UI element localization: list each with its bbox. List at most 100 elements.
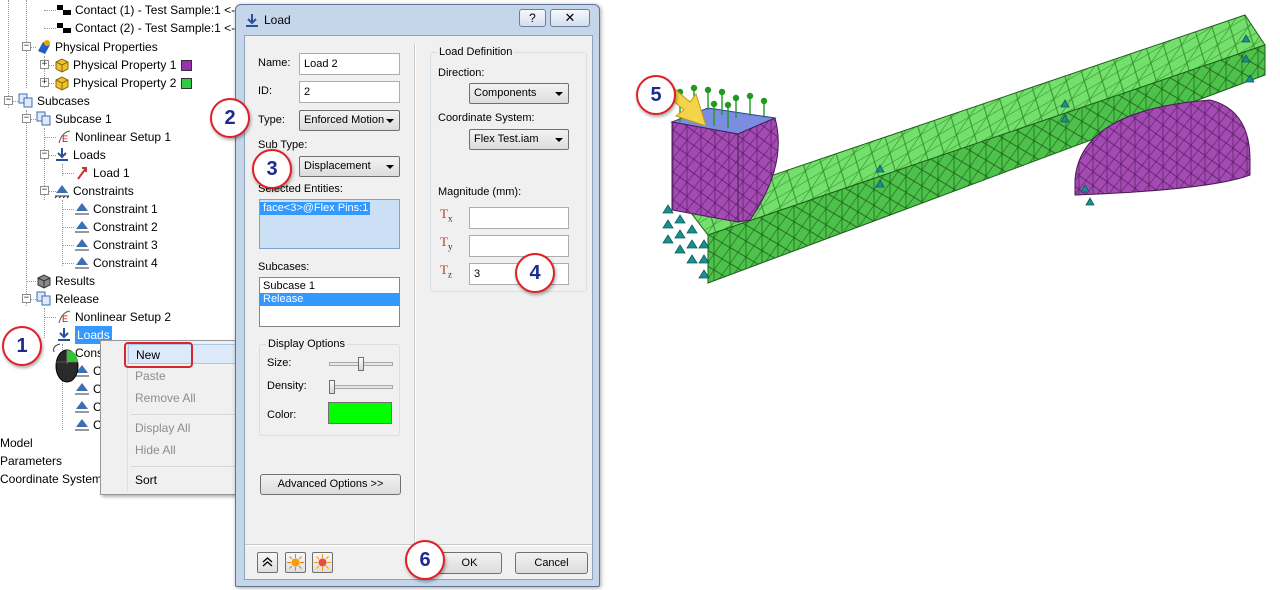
dialog-titlebar[interactable]: Load ? ✕ (236, 5, 599, 35)
help-button[interactable]: ? (519, 9, 546, 27)
tree-item-physical-properties[interactable]: Physical Properties (36, 38, 158, 56)
nonlinear-setup-icon: E (56, 309, 72, 325)
type-dropdown[interactable]: Enforced Motion (299, 110, 400, 131)
tx-field[interactable] (469, 207, 569, 229)
tree-item-model[interactable]: Model (0, 434, 33, 452)
tree-item-constraint-3[interactable]: Constraint 3 (74, 236, 158, 254)
callout-3: 3 (252, 149, 292, 189)
direction-dropdown[interactable]: Components (469, 83, 569, 104)
subcases-list[interactable]: Subcase 1 Release (259, 277, 400, 327)
results-icon (36, 273, 52, 289)
cancel-button[interactable]: Cancel (515, 552, 588, 574)
tree-item-release[interactable]: Release (36, 290, 99, 308)
tree-item-physical-property-1[interactable]: Physical Property 1 (54, 56, 193, 74)
svg-text:E: E (62, 314, 68, 324)
close-button[interactable]: ✕ (550, 9, 590, 27)
tree-item-contact-1[interactable]: Contact (1) - Test Sample:1 <- (56, 1, 235, 19)
name-field[interactable]: Load 2 (299, 53, 400, 75)
callout-1: 1 (2, 326, 42, 366)
collapse-toggle[interactable]: − (4, 96, 13, 105)
svg-text:E: E (62, 134, 68, 144)
color-swatch (181, 60, 193, 71)
tree-item-loads[interactable]: Loads (54, 146, 106, 164)
load-icon (244, 13, 260, 29)
constraint-icon (74, 399, 90, 415)
model-browser-tree: Contact (1) - Test Sample:1 <- Contact (… (0, 0, 235, 590)
tree-item-constraint-4[interactable]: Constraint 4 (74, 254, 158, 272)
tree-item-contact-2[interactable]: Contact (2) - Test Sample:1 <- (56, 19, 235, 37)
chevron-down-icon (555, 138, 563, 142)
tree-item-nonlinear-setup-2[interactable]: E Nonlinear Setup 2 (56, 308, 171, 326)
expand-toggle[interactable]: + (40, 60, 49, 69)
callout-6: 6 (405, 540, 445, 580)
menu-item-paste[interactable]: Paste (128, 366, 249, 386)
collapse-toggle[interactable]: − (22, 42, 31, 51)
tree-item-subcases[interactable]: Subcases (18, 92, 90, 110)
collapse-toggle[interactable]: − (40, 186, 49, 195)
color-picker[interactable] (328, 402, 392, 424)
collapse-button[interactable] (257, 552, 278, 573)
chevron-down-icon (386, 119, 394, 123)
collapse-toggle[interactable]: − (40, 150, 49, 159)
tree-item-constraint-r3[interactable]: C (74, 398, 102, 416)
size-label: Size: (267, 357, 292, 369)
subcase-icon (36, 111, 52, 127)
color-label: Color: (267, 409, 297, 421)
selected-entities-list[interactable]: face<3>@Flex Pins:1 (259, 199, 400, 249)
name-label: Name: (258, 57, 291, 69)
nonlinear-setup-icon: E (56, 129, 72, 145)
tree-item-constraint-r4[interactable]: C (74, 416, 102, 434)
constraint-icon (74, 201, 90, 217)
density-label: Density: (267, 380, 307, 392)
list-item[interactable]: Subcase 1 (260, 280, 399, 293)
load-display-button[interactable] (285, 552, 306, 573)
tree-item-constraints[interactable]: Constraints (54, 182, 134, 200)
magnitude-label: Magnitude (mm): (438, 186, 522, 198)
coordinate-system-dropdown[interactable]: Flex Test.iam (469, 129, 569, 150)
loads-icon (54, 147, 70, 163)
tree-item-results[interactable]: Results (36, 272, 95, 290)
subcases-label: Subcases: (258, 261, 310, 273)
menu-item-remove-all[interactable]: Remove All (128, 388, 249, 408)
density-slider-thumb[interactable] (329, 380, 335, 394)
density-slider-track[interactable] (329, 385, 393, 389)
constraint-icon (74, 219, 90, 235)
tree-item-parameters[interactable]: Parameters (0, 452, 62, 470)
menu-item-sort[interactable]: Sort (128, 470, 249, 490)
constraint-icon (74, 237, 90, 253)
tree-item-coordinate-system[interactable]: Coordinate System (0, 470, 102, 488)
constraint-icon (74, 417, 90, 433)
type-label: Type: (258, 114, 285, 126)
model-viewport[interactable] (610, 0, 1280, 300)
highlight-new (124, 342, 193, 368)
size-slider-thumb[interactable] (358, 357, 364, 371)
tree-item-subcase-1[interactable]: Subcase 1 (36, 110, 112, 128)
menu-item-hide-all[interactable]: Hide All (128, 440, 249, 460)
subtype-dropdown[interactable]: Displacement (299, 156, 400, 177)
dialog-title: Load (264, 13, 291, 27)
tree-item-nonlinear-setup-1[interactable]: E Nonlinear Setup 1 (56, 128, 171, 146)
highlight-button[interactable] (312, 552, 333, 573)
tree-item-load-1[interactable]: Load 1 (74, 164, 130, 182)
color-swatch (181, 78, 193, 89)
expand-toggle[interactable]: + (40, 78, 49, 87)
sunburst-icon (287, 554, 304, 571)
loads-icon (56, 327, 72, 343)
id-field[interactable]: 2 (299, 81, 400, 103)
chevron-up-icon (262, 557, 273, 567)
direction-label: Direction: (438, 67, 485, 79)
tree-item-physical-property-2[interactable]: Physical Property 2 (54, 74, 193, 92)
collapse-toggle[interactable]: − (22, 114, 31, 123)
ok-button[interactable]: OK (437, 552, 502, 574)
advanced-options-button[interactable]: Advanced Options >> (260, 474, 401, 495)
list-item[interactable]: face<3>@Flex Pins:1 (260, 202, 371, 215)
constraint-icon (74, 255, 90, 271)
menu-item-display-all[interactable]: Display All (128, 418, 249, 438)
collapse-toggle[interactable]: − (22, 294, 31, 303)
ty-field[interactable] (469, 235, 569, 257)
tree-item-constraint-1[interactable]: Constraint 1 (74, 200, 158, 218)
list-item-selected[interactable]: Release (260, 293, 399, 306)
tree-item-constraint-2[interactable]: Constraint 2 (74, 218, 158, 236)
id-label: ID: (258, 85, 273, 97)
cube-icon (54, 57, 70, 73)
